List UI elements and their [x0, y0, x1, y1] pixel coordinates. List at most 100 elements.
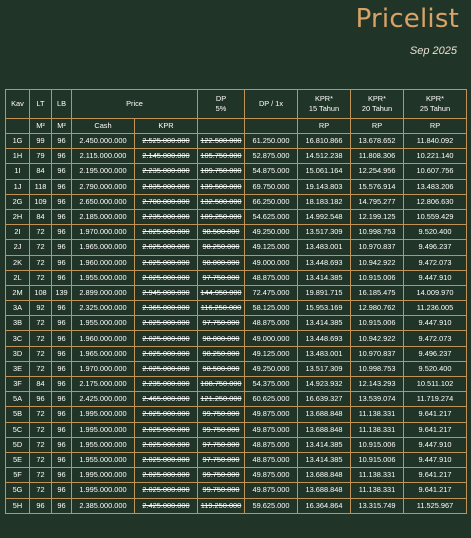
table-row: 3D 72 96 1.965.000.000 2.025.000.000 98.250.0…: [5, 345, 467, 362]
cell-lt: 72: [29, 482, 52, 499]
cell-kpr: 2.025.000.000: [134, 254, 198, 271]
cell-kpr: 2.425.000.000: [134, 497, 198, 514]
cell-kpr25: 9.496.237: [403, 345, 467, 362]
cell-dp: 109.250.000: [197, 208, 245, 226]
cell-dp-1x: 49.875.000: [244, 482, 298, 499]
cell-lt: 72: [29, 330, 52, 347]
cell-lb: 96: [51, 391, 72, 408]
cell-kpr25: 10.221.140: [403, 148, 467, 165]
cell-kpr25: 9.447.910: [403, 269, 467, 286]
cell-kpr20: 11.138.331: [350, 421, 404, 438]
cell-lb: 96: [51, 467, 72, 484]
cell-kpr25: 13.483.206: [403, 178, 467, 195]
cell-kpr20: 10.942.922: [350, 254, 404, 271]
cell-kpr20: 10.915.006: [350, 436, 404, 453]
cell-dp: 98.250.000: [197, 345, 245, 362]
table-row: 3A 92 96 2.325.000.000 2.365.000.000 116.250.…: [5, 300, 467, 317]
col-kpr20: KPR* 20 Tahun: [350, 89, 404, 119]
cell-kpr25: 9.641.217: [403, 482, 467, 499]
cell-cash: 2.385.000.000: [71, 497, 135, 514]
cell-kpr20: 10.998.753: [350, 224, 404, 241]
cell-dp-1x: 49.875.000: [244, 467, 298, 484]
cell-lb: 96: [51, 239, 72, 256]
cell-kav: 3A: [5, 300, 30, 317]
cell-kpr15: 15.953.169: [297, 300, 351, 317]
col-kpr20-sub: 20 Tahun: [361, 104, 393, 113]
cell-lb: 96: [51, 148, 72, 165]
cell-kpr20: 11.808.306: [350, 148, 404, 165]
cell-cash: 1.955.000.000: [71, 269, 135, 286]
cell-kpr20: 11.138.331: [350, 482, 404, 499]
cell-kpr20: 10.915.006: [350, 269, 404, 286]
cell-kpr: 2.025.000.000: [134, 421, 198, 438]
cell-kav: 3F: [5, 375, 30, 393]
cell-lb: 96: [51, 497, 72, 514]
cell-kpr20: 16.185.475: [350, 284, 404, 302]
cell-lt: 72: [29, 269, 52, 286]
cell-kpr25: 11.840.092: [403, 132, 467, 150]
cell-kpr25: 9.472.073: [403, 330, 467, 347]
cell-kpr20: 12.254.956: [350, 163, 404, 180]
cell-dp: 99.750.000: [197, 406, 245, 423]
cell-kav: 1I: [5, 163, 30, 180]
cell-kpr20: 10.942.922: [350, 330, 404, 347]
cell-kav: 5C: [5, 421, 30, 438]
cell-lt: 72: [29, 360, 52, 378]
cell-dp: 98.500.000: [197, 224, 245, 241]
cell-dp-1x: 49.000.000: [244, 330, 298, 347]
cell-lt: 92: [29, 300, 52, 317]
cell-kpr25: 10.607.756: [403, 163, 467, 180]
cell-kpr: 2.025.000.000: [134, 467, 198, 484]
col-dp-label: DP: [215, 94, 227, 103]
cell-lt: 72: [29, 315, 52, 332]
cell-lb: 96: [51, 406, 72, 423]
cell-kpr25: 9.472.073: [403, 254, 467, 271]
cell-kav: 3C: [5, 330, 30, 347]
cell-kpr20: 12.980.762: [350, 300, 404, 317]
cell-kpr15: 15.061.164: [297, 163, 351, 180]
cell-dp: 144.950.000: [197, 284, 245, 302]
cell-kpr: 2.365.000.000: [134, 300, 198, 317]
cell-dp: 98.500.000: [197, 360, 245, 378]
table-row: 1H 79 96 2.115.000.000 2.145.000.000 105.750.…: [5, 148, 467, 165]
cell-lt: 72: [29, 254, 52, 271]
sub-rp-25: RP: [403, 118, 467, 134]
cell-lt: 109: [29, 193, 52, 210]
cell-dp-1x: 60.625.000: [244, 391, 298, 408]
cell-lt: 84: [29, 208, 52, 226]
sub-kav: [5, 118, 30, 134]
cell-kpr: 2.025.000.000: [134, 315, 198, 332]
cell-kpr15: 14.512.238: [297, 148, 351, 165]
cell-cash: 2.195.000.000: [71, 163, 135, 180]
cell-dp: 139.500.000: [197, 178, 245, 195]
cell-lt: 72: [29, 467, 52, 484]
cell-dp-1x: 49.250.000: [244, 224, 298, 241]
cell-dp: 99.750.000: [197, 482, 245, 499]
table-row: 2M 108 139 2.899.000.000 2.945.000.000 144.95…: [5, 284, 467, 302]
cell-lt: 118: [29, 178, 52, 195]
table-row: 5B 72 96 1.995.000.000 2.025.000.000 99.750.0…: [5, 406, 467, 423]
table-row: 1I 84 96 2.195.000.000 2.235.000.000 109.750.…: [5, 163, 467, 180]
cell-dp-1x: 48.875.000: [244, 269, 298, 286]
sub-dp: [197, 118, 245, 134]
cell-lb: 96: [51, 163, 72, 180]
cell-lt: 108: [29, 284, 52, 302]
col-kpr15-sub: 15 Tahun: [308, 104, 340, 113]
cell-dp-1x: 49.875.000: [244, 406, 298, 423]
cell-cash: 1.995.000.000: [71, 482, 135, 499]
cell-kav: 2L: [5, 269, 30, 286]
cell-kpr15: 16.639.327: [297, 391, 351, 408]
cell-kpr20: 12.143.293: [350, 375, 404, 393]
cell-lb: 96: [51, 193, 72, 210]
cell-kpr: 2.025.000.000: [134, 436, 198, 453]
cell-dp-1x: 48.875.000: [244, 436, 298, 453]
cell-kpr20: 11.138.331: [350, 406, 404, 423]
cell-lb: 96: [51, 208, 72, 226]
cell-cash: 2.175.000.000: [71, 375, 135, 393]
cell-lt: 84: [29, 163, 52, 180]
table-row: 2K 72 96 1.960.000.000 2.025.000.000 98.000.0…: [5, 254, 467, 271]
cell-kav: 1H: [5, 148, 30, 165]
cell-kpr15: 18.183.182: [297, 193, 351, 210]
cell-lt: 79: [29, 148, 52, 165]
cell-dp-1x: 54.625.000: [244, 208, 298, 226]
